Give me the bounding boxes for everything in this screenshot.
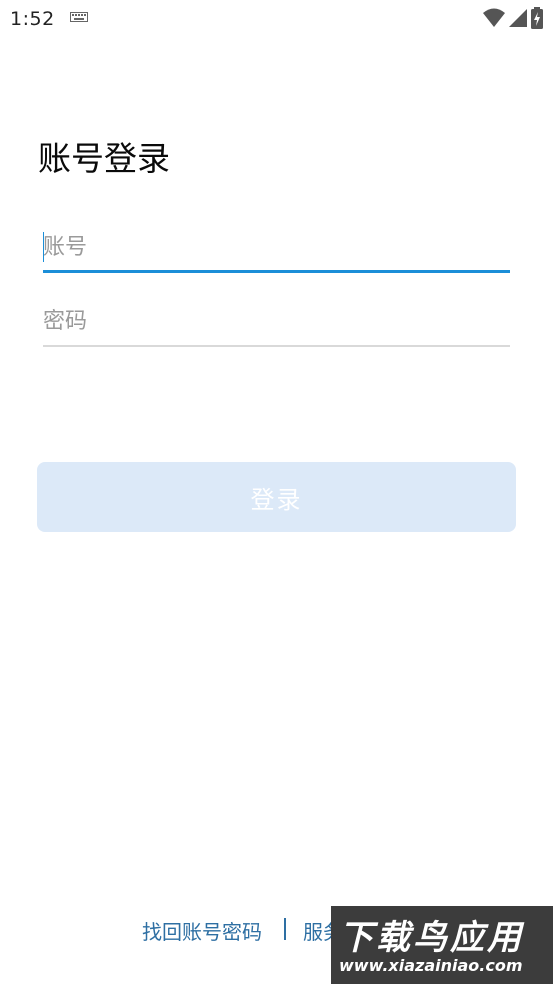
retrieve-account-link[interactable]: 找回账号密码	[142, 916, 262, 945]
signal-icon	[509, 9, 527, 27]
password-input[interactable]	[43, 304, 510, 338]
watermark-url: www.xiazainiao.com	[339, 956, 523, 975]
status-bar: 1:52	[0, 0, 553, 38]
page-title: 账号登录	[38, 139, 170, 178]
password-underline	[43, 345, 510, 347]
keyboard-icon	[70, 12, 88, 22]
footer-divider	[284, 918, 286, 940]
account-underline	[43, 270, 510, 273]
login-button[interactable]: 登录	[37, 462, 516, 532]
watermark-title: 下载鸟应用	[339, 918, 524, 958]
wifi-icon	[483, 8, 505, 27]
account-input[interactable]	[43, 230, 510, 264]
system-icons	[483, 7, 543, 29]
status-time: 1:52	[10, 8, 55, 30]
password-field-container	[43, 304, 510, 347]
account-field-container	[43, 230, 510, 273]
battery-charging-icon	[531, 7, 543, 29]
text-cursor	[43, 232, 44, 262]
watermark-logo: 下载鸟应用 www.xiazainiao.com	[331, 906, 553, 984]
